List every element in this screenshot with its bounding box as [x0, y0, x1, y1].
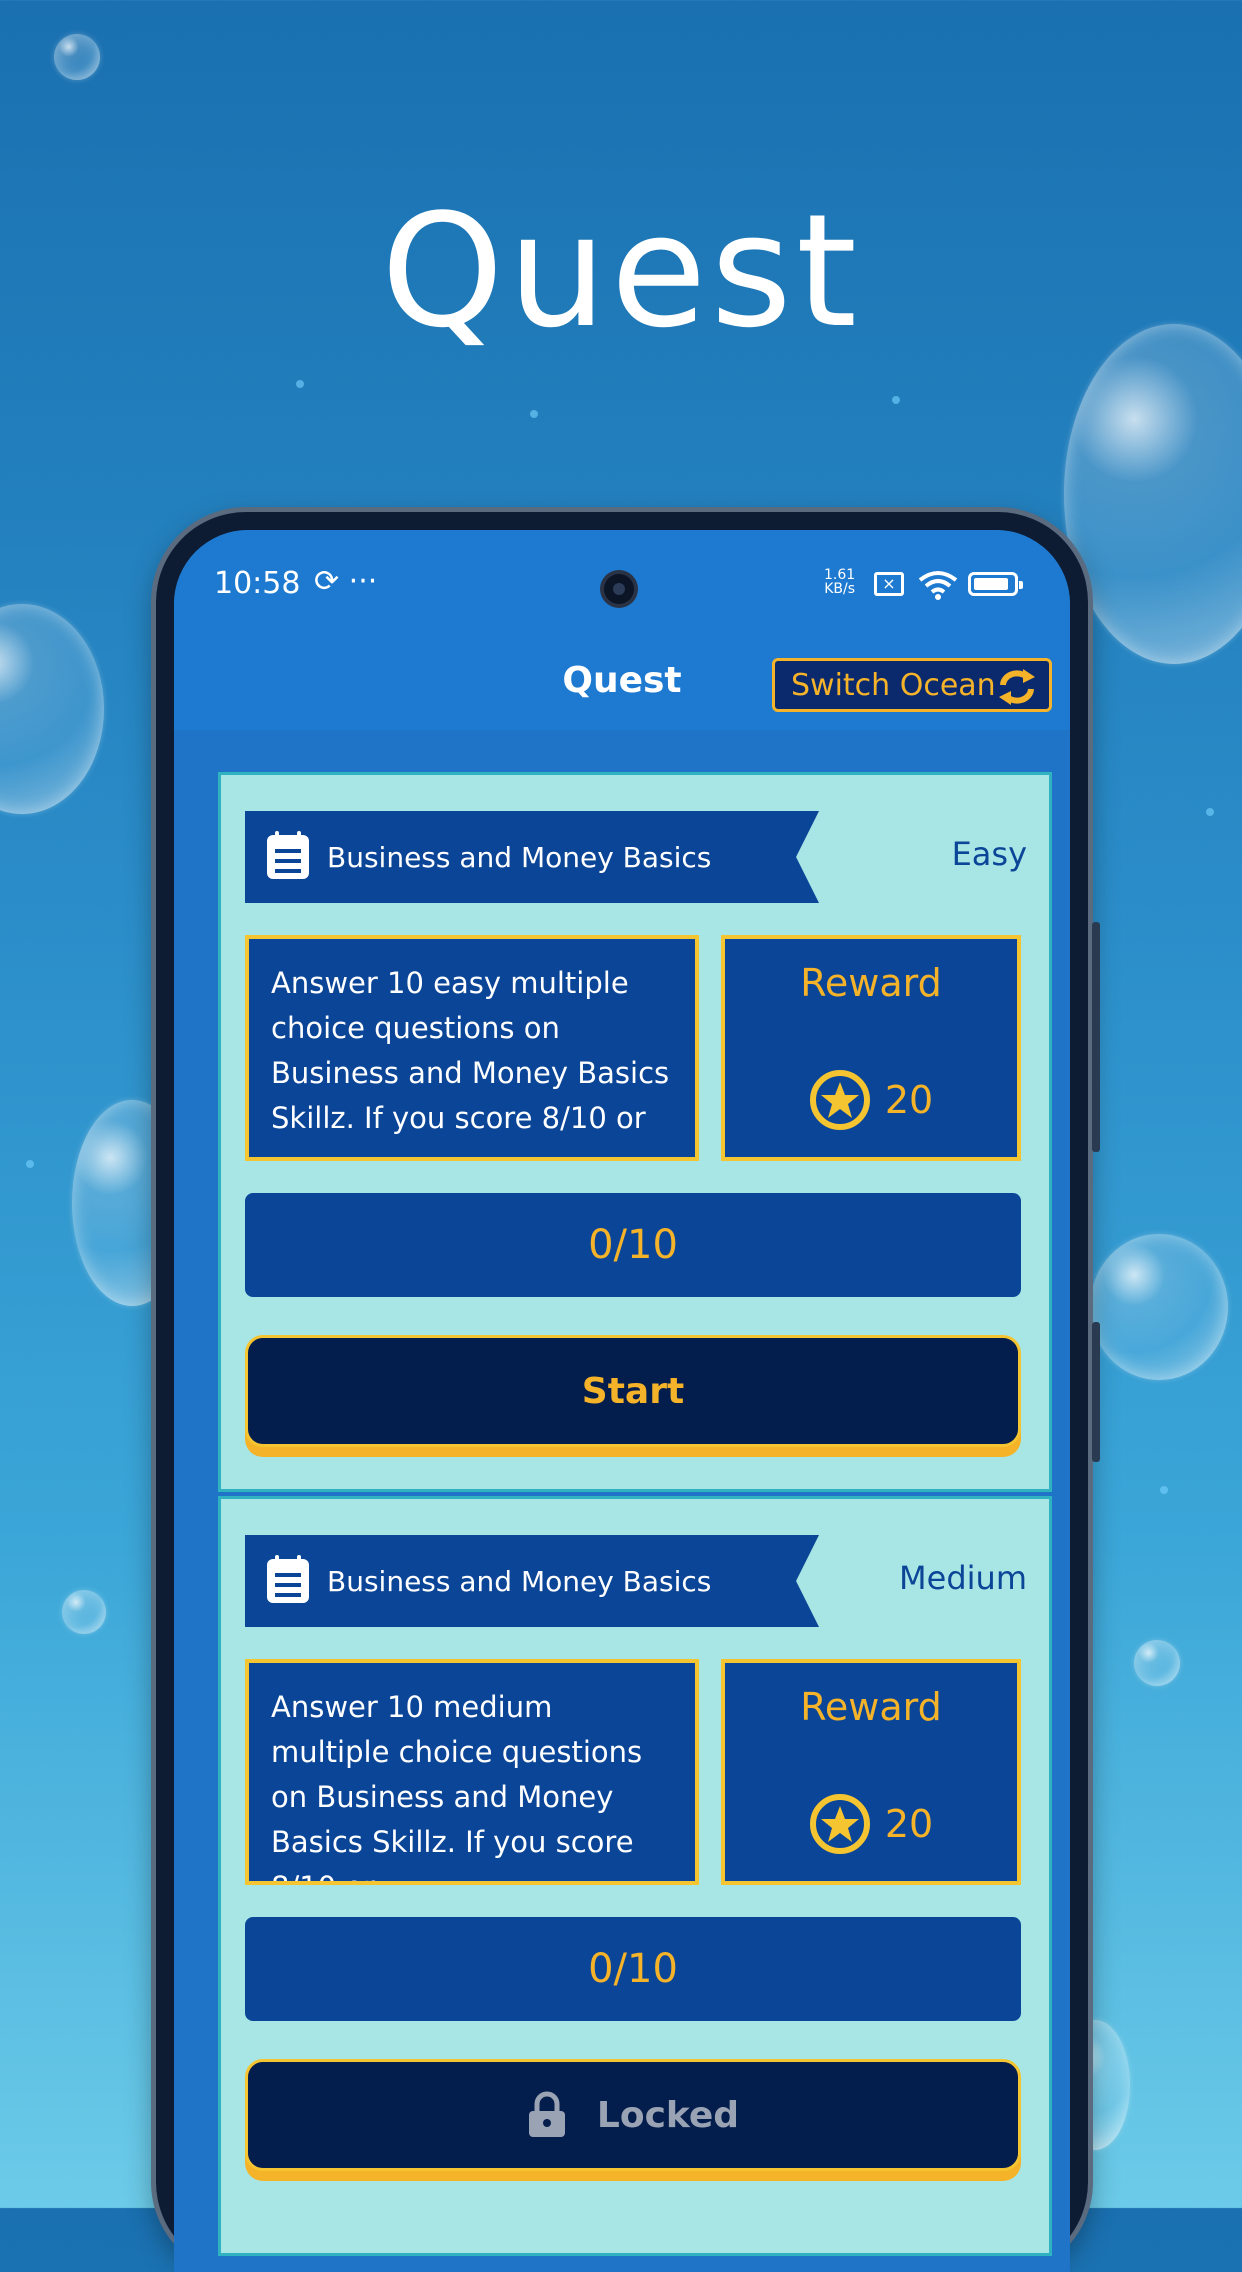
bubble-decoration: [1064, 324, 1242, 664]
sparkle-decoration: [1160, 1486, 1168, 1494]
switch-ocean-label: Switch Ocean: [791, 667, 996, 703]
bubble-decoration: [62, 1590, 106, 1634]
app-header: Quest Switch Ocean: [174, 630, 1070, 730]
sparkle-decoration: [296, 380, 304, 388]
front-camera: [604, 574, 634, 604]
status-notification-icons: ⟳ ···: [314, 564, 378, 599]
quest-category: Business and Money Basics: [327, 840, 712, 874]
quest-card: Business and Money Basics Easy Answer 10…: [218, 772, 1052, 1492]
quest-difficulty: Medium: [899, 1559, 1027, 1597]
phone-side-button: [1092, 1322, 1100, 1462]
quest-category-ribbon: Business and Money Basics: [245, 811, 819, 903]
quest-category: Business and Money Basics: [327, 1564, 712, 1598]
quest-difficulty: Easy: [951, 835, 1027, 873]
reward-amount: 20: [884, 1802, 934, 1846]
quest-progress: 0/10: [245, 1917, 1021, 2021]
bubble-decoration: [1134, 1640, 1180, 1686]
quest-description: Answer 10 easy multiple choice questions…: [245, 935, 699, 1161]
status-bar: 10:58 ⟳ ··· 1.61 KB/s ×: [174, 530, 1070, 630]
star-coin-icon: [809, 1070, 870, 1130]
refresh-icon: [999, 669, 1035, 705]
sparkle-decoration: [892, 396, 900, 404]
reward-label: Reward: [800, 1685, 942, 1729]
battery-icon: [968, 572, 1023, 596]
checklist-icon: [267, 1555, 309, 1603]
locked-button[interactable]: Locked: [245, 2059, 1021, 2171]
wifi-icon: [918, 571, 958, 600]
status-time: 10:58: [214, 566, 301, 601]
sparkle-decoration: [530, 410, 538, 418]
lock-icon: [528, 2091, 565, 2137]
quest-progress: 0/10: [245, 1193, 1021, 1297]
phone-frame: 10:58 ⟳ ··· 1.61 KB/s × Quest Switch Oce…: [156, 512, 1100, 2272]
quest-description: Answer 10 medium multiple choice questio…: [245, 1659, 699, 1885]
switch-ocean-button[interactable]: Switch Ocean: [772, 658, 1052, 712]
reward-box: Reward 20: [721, 1659, 1021, 1885]
bubble-decoration: [1090, 1234, 1228, 1380]
reward-row: 20: [725, 1069, 1017, 1131]
bubble-decoration: [54, 34, 100, 80]
reward-amount: 20: [884, 1078, 934, 1122]
sparkle-decoration: [26, 1160, 34, 1168]
reward-row: 20: [725, 1793, 1017, 1855]
start-button[interactable]: Start: [245, 1335, 1021, 1447]
phone-screen: 10:58 ⟳ ··· 1.61 KB/s × Quest Switch Oce…: [174, 530, 1070, 2272]
star-coin-icon: [809, 1794, 870, 1854]
network-speed: 1.61 KB/s: [824, 567, 856, 597]
reward-box: Reward 20: [721, 935, 1021, 1161]
quest-category-ribbon: Business and Money Basics: [245, 1535, 819, 1627]
quest-list: Business and Money Basics Easy Answer 10…: [174, 730, 1070, 2272]
sparkle-decoration: [1206, 808, 1214, 816]
reward-label: Reward: [800, 961, 942, 1005]
bubble-decoration: [0, 604, 104, 814]
phone-side-button: [1092, 922, 1100, 1152]
locked-label: Locked: [596, 2094, 740, 2136]
quest-card: Business and Money Basics Medium Answer …: [218, 1496, 1052, 2256]
hero-title: Quest: [380, 180, 862, 362]
checklist-icon: [267, 831, 309, 879]
sim-x-icon: ×: [874, 572, 904, 596]
